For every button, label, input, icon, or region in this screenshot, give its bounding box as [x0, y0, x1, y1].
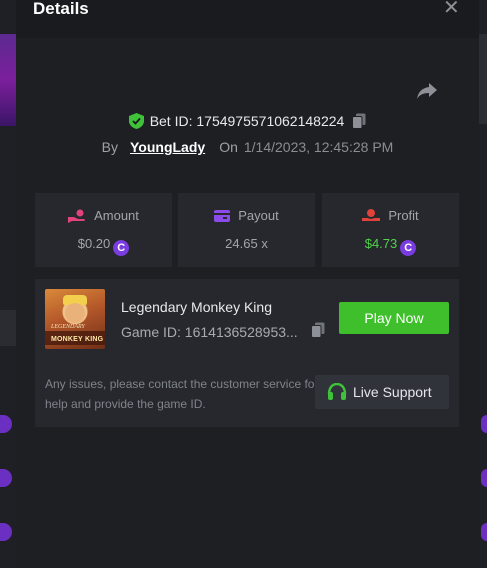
- headset-icon: [327, 383, 347, 400]
- stat-amount-value: $0.20: [77, 236, 111, 251]
- details-modal: Details ✕ Bet ID: 1754975571062148224 By…: [16, 0, 479, 568]
- by-label: By: [101, 139, 118, 155]
- currency-coin-icon: C: [113, 240, 130, 256]
- thumbnail-subtitle: LEGENDARY: [51, 324, 85, 330]
- background-coin-icon: [0, 415, 12, 433]
- game-thumbnail[interactable]: LEGENDARY MONKEY KING: [45, 289, 105, 349]
- modal-header: Details ✕: [16, 0, 479, 38]
- background-coin-icon: [481, 523, 487, 541]
- bet-id-row: Bet ID: 1754975571062148224: [16, 112, 479, 130]
- on-label: On: [219, 139, 238, 155]
- copy-icon: [311, 322, 325, 338]
- live-support-button[interactable]: Live Support: [315, 375, 449, 409]
- copy-icon: [352, 113, 366, 129]
- background-banner-art: [0, 34, 16, 126]
- stat-profit-label: Profit: [388, 208, 419, 223]
- game-name: Legendary Monkey King: [121, 299, 272, 315]
- verified-shield-icon: [128, 113, 144, 133]
- stat-payout-value: 24.65 x: [225, 236, 268, 251]
- modal-body: Bet ID: 1754975571062148224 By YoungLady O…: [16, 38, 479, 568]
- game-id-label: Game ID:: [121, 324, 181, 340]
- bet-id-value: 1754975571062148224: [196, 113, 345, 129]
- bet-stats: Amount $0.20 C Payout 24.65 x Profit $4.…: [35, 193, 459, 267]
- background-coin-icon: [0, 523, 12, 541]
- thumbnail-title: MONKEY KING: [51, 336, 104, 343]
- modal-title: Details: [33, 0, 89, 18]
- background-coin-icon: [481, 469, 487, 487]
- game-card: LEGENDARY MONKEY KING Legendary Monkey K…: [35, 279, 459, 427]
- game-id-row: Game ID: 1614136528953...: [121, 322, 325, 341]
- copy-game-id-button[interactable]: [311, 322, 325, 342]
- stat-amount: Amount $0.20 C: [35, 193, 172, 267]
- background-page-right: [479, 0, 487, 568]
- hand-profit-icon: [362, 209, 381, 221]
- username-link[interactable]: YoungLady: [130, 139, 205, 155]
- play-now-button[interactable]: Play Now: [339, 302, 449, 334]
- share-icon: [417, 83, 437, 99]
- bet-meta-row: By YoungLady On 1/14/2023, 12:45:28 PM: [16, 138, 479, 156]
- close-button[interactable]: ✕: [443, 0, 460, 18]
- background-text-block: [0, 310, 16, 346]
- bet-id-label: Bet ID:: [149, 113, 193, 129]
- game-id-value: 1614136528953...: [184, 324, 298, 340]
- background-banner-art: [479, 34, 487, 124]
- bet-timestamp: 1/14/2023, 12:45:28 PM: [243, 139, 394, 155]
- background-page-left: [0, 0, 16, 568]
- stat-amount-label: Amount: [94, 208, 139, 223]
- wallet-icon: [214, 210, 231, 222]
- background-coin-icon: [0, 469, 12, 487]
- stat-profit-value: $4.73: [364, 236, 398, 251]
- hand-coins-icon: [68, 209, 85, 223]
- support-help-text: Any issues, please contact the customer …: [45, 377, 319, 411]
- currency-coin-icon: C: [400, 240, 417, 256]
- copy-bet-id-button[interactable]: [352, 113, 366, 133]
- stat-profit: Profit $4.73 C: [322, 193, 459, 267]
- share-button[interactable]: [416, 81, 438, 101]
- live-support-label: Live Support: [353, 384, 432, 400]
- stat-payout: Payout 24.65 x: [178, 193, 315, 267]
- background-coin-icon: [481, 415, 487, 433]
- stat-payout-label: Payout: [238, 208, 279, 223]
